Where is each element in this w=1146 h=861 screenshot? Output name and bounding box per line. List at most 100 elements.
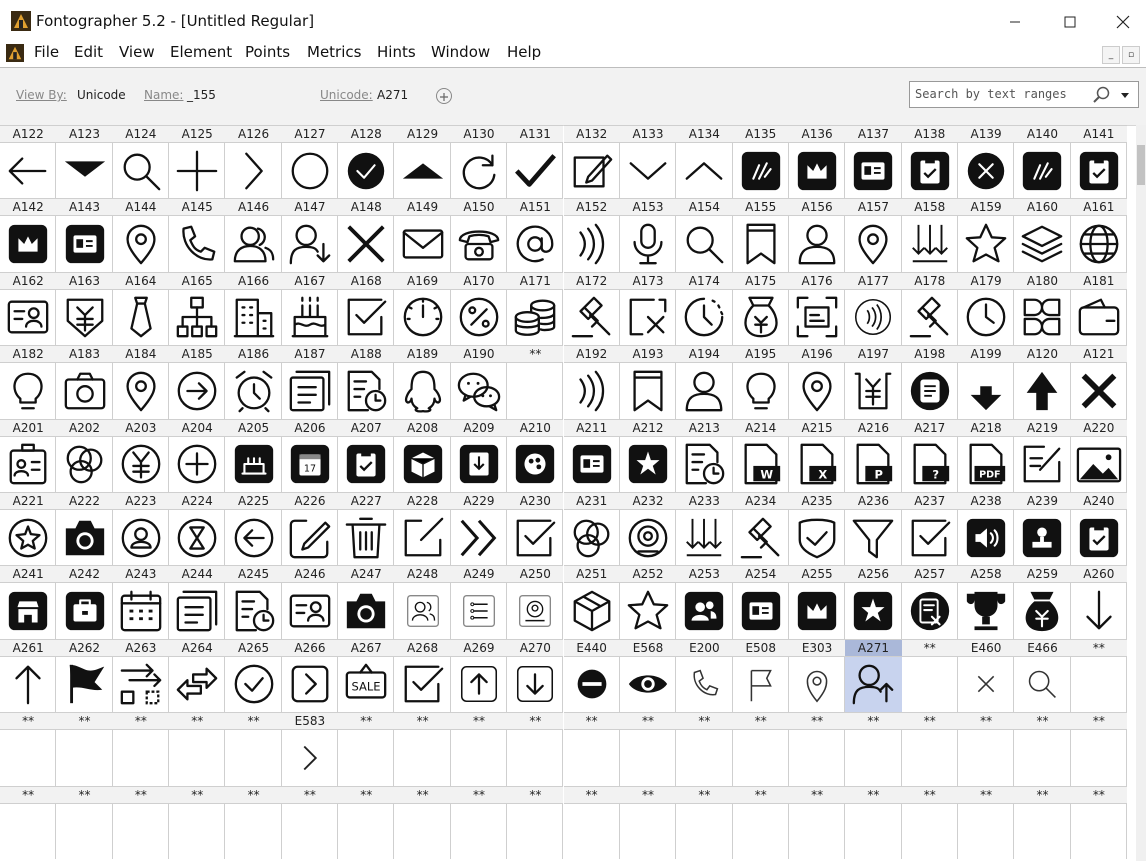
glyph-preview[interactable] <box>113 657 169 712</box>
glyph-cell[interactable]: A154 <box>676 198 733 272</box>
glyph-cell[interactable]: A145 <box>169 198 226 272</box>
glyph-cell[interactable]: ** <box>563 712 620 786</box>
glyph-preview[interactable] <box>845 290 901 345</box>
glyph-cell[interactable]: A190 <box>450 345 508 419</box>
glyph-preview[interactable] <box>845 143 901 198</box>
glyph-cell[interactable]: A143 <box>56 198 113 272</box>
glyph-preview[interactable] <box>789 657 845 712</box>
glyph-preview[interactable] <box>451 804 507 859</box>
glyph-preview[interactable] <box>394 363 450 418</box>
glyph-preview[interactable] <box>225 730 281 785</box>
glyph-preview[interactable] <box>564 804 620 859</box>
glyph-preview[interactable] <box>676 510 732 565</box>
glyph-preview[interactable] <box>0 804 56 859</box>
glyph-preview[interactable] <box>282 804 338 859</box>
menu-edit[interactable]: Edit <box>74 43 103 61</box>
glyph-cell[interactable]: A161 <box>1070 198 1127 272</box>
glyph-cell[interactable]: A231 <box>563 492 620 566</box>
glyph-preview[interactable] <box>451 363 507 418</box>
glyph-preview[interactable]: ? <box>902 437 958 492</box>
glyph-cell[interactable]: ** <box>845 712 902 786</box>
search-icon[interactable] <box>1092 85 1112 105</box>
glyph-cell[interactable]: A229 <box>450 492 508 566</box>
glyph-preview[interactable] <box>620 804 676 859</box>
glyph-preview[interactable] <box>282 363 338 418</box>
glyph-cell[interactable]: A127 <box>281 125 339 199</box>
glyph-preview[interactable] <box>169 290 225 345</box>
glyph-cell[interactable]: A144 <box>112 198 170 272</box>
glyph-cell[interactable]: A233 <box>676 492 733 566</box>
glyph-cell[interactable]: ** <box>394 712 451 786</box>
glyph-preview[interactable] <box>958 804 1014 859</box>
glyph-cell[interactable]: A242 <box>56 565 113 639</box>
glyph-preview[interactable] <box>169 363 225 418</box>
glyph-cell[interactable]: A140 <box>1014 125 1071 199</box>
glyph-preview[interactable] <box>113 363 169 418</box>
glyph-cell[interactable]: A220 <box>1070 418 1127 492</box>
glyph-cell[interactable]: E440 <box>563 638 620 713</box>
glyph-preview[interactable] <box>733 804 789 859</box>
glyph-cell[interactable]: ** <box>901 785 958 859</box>
glyph-cell[interactable]: A212 <box>619 418 677 492</box>
glyph-cell[interactable]: A138 <box>901 125 958 199</box>
glyph-preview[interactable] <box>564 216 620 271</box>
glyph-cell[interactable]: A156 <box>788 198 846 272</box>
glyph-preview[interactable] <box>169 143 225 198</box>
glyph-preview[interactable] <box>1071 657 1127 712</box>
glyph-preview[interactable] <box>225 143 281 198</box>
glyph-preview[interactable] <box>451 216 507 271</box>
mdi-restore-button[interactable]: ▫ <box>1122 46 1140 64</box>
glyph-preview[interactable] <box>620 143 676 198</box>
glyph-preview[interactable] <box>1071 290 1127 345</box>
glyph-preview[interactable] <box>451 510 507 565</box>
glyph-cell[interactable]: ** <box>507 345 564 419</box>
glyph-preview[interactable] <box>338 510 394 565</box>
glyph-preview[interactable] <box>1071 510 1127 565</box>
glyph-preview[interactable] <box>620 730 676 785</box>
glyph-cell[interactable]: ** <box>901 638 958 713</box>
glyph-preview[interactable] <box>56 363 112 418</box>
glyph-cell[interactable]: A203 <box>112 418 170 492</box>
glyph-cell[interactable]: A247 <box>338 565 395 639</box>
glyph-cell[interactable]: E583 <box>281 712 339 786</box>
glyph-cell[interactable]: A126 <box>225 125 282 199</box>
glyph-cell[interactable]: A266 <box>281 638 339 713</box>
glyph-preview[interactable] <box>0 657 56 712</box>
glyph-preview[interactable] <box>0 730 56 785</box>
glyph-cell[interactable]: ** <box>56 785 113 859</box>
glyph-preview[interactable] <box>902 657 958 712</box>
glyph-cell[interactable]: A240 <box>1070 492 1127 566</box>
glyph-preview[interactable] <box>507 437 563 492</box>
glyph-preview[interactable] <box>902 143 958 198</box>
glyph-preview[interactable] <box>113 290 169 345</box>
glyph-cell[interactable]: A174 <box>676 271 733 346</box>
glyph-preview[interactable] <box>225 510 281 565</box>
glyph-preview[interactable] <box>338 290 394 345</box>
glyph-cell[interactable]: A177 <box>845 271 902 346</box>
glyph-cell[interactable]: A256 <box>845 565 902 639</box>
glyph-preview[interactable] <box>113 730 169 785</box>
glyph-cell[interactable]: A230 <box>507 492 564 566</box>
glyph-preview[interactable] <box>113 216 169 271</box>
glyph-preview[interactable] <box>845 656 902 712</box>
glyph-preview[interactable] <box>1014 216 1070 271</box>
search-input[interactable]: Search by text ranges <box>909 81 1139 108</box>
glyph-preview[interactable] <box>225 804 281 859</box>
glyph-preview[interactable] <box>225 437 281 492</box>
glyph-preview[interactable] <box>789 804 845 859</box>
glyph-cell[interactable]: A201 <box>0 418 57 492</box>
glyph-cell[interactable]: ** <box>507 712 564 786</box>
glyph-preview[interactable]: 17 <box>282 437 338 492</box>
glyph-preview[interactable] <box>676 437 732 492</box>
glyph-preview[interactable] <box>1014 583 1070 638</box>
glyph-preview[interactable] <box>451 143 507 198</box>
unicode-label[interactable]: Unicode: <box>320 88 373 102</box>
glyph-cell[interactable]: ** <box>0 712 57 786</box>
glyph-cell[interactable]: ** <box>563 785 620 859</box>
glyph-cell[interactable]: A264 <box>169 638 226 713</box>
glyph-cell[interactable]: ** <box>338 785 395 859</box>
glyph-cell[interactable]: A223 <box>112 492 170 566</box>
glyph-preview[interactable] <box>507 583 563 638</box>
glyph-preview[interactable] <box>958 730 1014 785</box>
glyph-preview[interactable] <box>338 143 394 198</box>
